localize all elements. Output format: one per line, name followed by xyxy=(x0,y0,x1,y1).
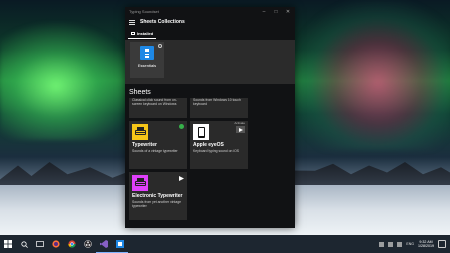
page-title: Sheets Collections xyxy=(140,19,185,25)
sheets-heading: Sheets xyxy=(129,89,151,96)
play-button[interactable] xyxy=(236,126,245,133)
essentials-icon xyxy=(140,46,154,60)
tab-installed-label: Installed xyxy=(137,31,154,36)
sheet-card-apple-eyeos[interactable]: Activate Apple eyeOS Keyboard typing sou… xyxy=(190,121,248,169)
chrome-icon[interactable] xyxy=(64,235,80,253)
wallpaper-aurora-green xyxy=(0,20,140,140)
installed-icon xyxy=(131,32,135,35)
select-circle-icon[interactable] xyxy=(158,44,162,48)
app-header: Sheets Collections xyxy=(125,16,295,28)
sheet-desc: Keyboard typing sound on iOS xyxy=(193,149,239,153)
tab-installed[interactable]: Installed xyxy=(128,29,157,39)
language-indicator[interactable]: ENG xyxy=(406,242,414,246)
app-icon[interactable] xyxy=(112,235,128,253)
sheet-name: Typewriter xyxy=(132,142,157,148)
window-title: Typing Soundset xyxy=(129,9,159,14)
volume-icon[interactable] xyxy=(388,241,394,247)
sheet-name: Apple eyeOS xyxy=(193,142,224,148)
maximize-icon[interactable]: □ xyxy=(273,9,279,15)
sheet-card-classic-click[interactable]: Classical click sound from on-screen key… xyxy=(129,98,187,118)
firefox-icon[interactable] xyxy=(48,235,64,253)
sheet-card-typewriter[interactable]: Typewriter Sounds of a vintage typewrite… xyxy=(129,121,187,169)
sheet-desc: Sounds from yet another vintage typewrit… xyxy=(132,200,182,209)
minimize-icon[interactable]: – xyxy=(261,9,267,15)
sheet-card-touch-keyboard[interactable]: Sounds from Windows 10 touch keyboard xyxy=(190,98,248,118)
play-icon xyxy=(238,127,243,132)
windows-start-icon[interactable] xyxy=(0,235,16,253)
network-icon[interactable] xyxy=(379,241,385,247)
hamburger-menu-icon[interactable] xyxy=(129,19,135,25)
obs-icon[interactable] xyxy=(80,235,96,253)
notification-icon[interactable] xyxy=(438,240,446,248)
sheet-card-electronic-typewriter[interactable]: Electronic Typewriter Sounds from yet an… xyxy=(129,172,187,220)
visual-studio-icon[interactable] xyxy=(96,235,112,253)
electronic-typewriter-icon xyxy=(132,175,148,191)
tab-bar: Installed xyxy=(125,28,295,40)
clock[interactable]: 9:32 AM 1/28/2019 xyxy=(418,240,434,249)
system-tray: ENG 9:32 AM 1/28/2019 xyxy=(379,240,450,249)
taskbar: ENG 9:32 AM 1/28/2019 xyxy=(0,235,450,253)
collection-tile-essentials[interactable]: Essentials xyxy=(130,42,164,78)
typewriter-icon xyxy=(132,124,148,140)
phone-icon xyxy=(193,124,209,140)
search-icon[interactable] xyxy=(16,235,32,253)
sheet-desc: Sounds of a vintage typewriter xyxy=(132,149,178,153)
close-icon[interactable]: ✕ xyxy=(285,9,291,15)
title-bar[interactable]: Typing Soundset – □ ✕ xyxy=(125,7,295,16)
installed-collections: Essentials xyxy=(125,40,295,84)
task-view-icon[interactable] xyxy=(32,235,48,253)
activate-label: Activate xyxy=(234,121,245,125)
sheet-grid: Classical click sound from on-screen key… xyxy=(125,98,295,220)
sheet-desc: Classical click sound from on-screen key… xyxy=(132,98,177,107)
collection-label: Essentials xyxy=(137,63,157,68)
active-status-icon xyxy=(179,124,184,129)
wallpaper-aurora-pink xyxy=(290,0,450,150)
app-window: Typing Soundset – □ ✕ Sheets Collections… xyxy=(125,7,295,228)
sheet-desc: Sounds from Windows 10 touch keyboard xyxy=(193,98,241,107)
play-icon[interactable] xyxy=(178,175,184,181)
battery-icon[interactable] xyxy=(397,241,403,247)
clock-date: 1/28/2019 xyxy=(418,244,434,248)
sheet-name: Electronic Typewriter xyxy=(132,193,183,199)
